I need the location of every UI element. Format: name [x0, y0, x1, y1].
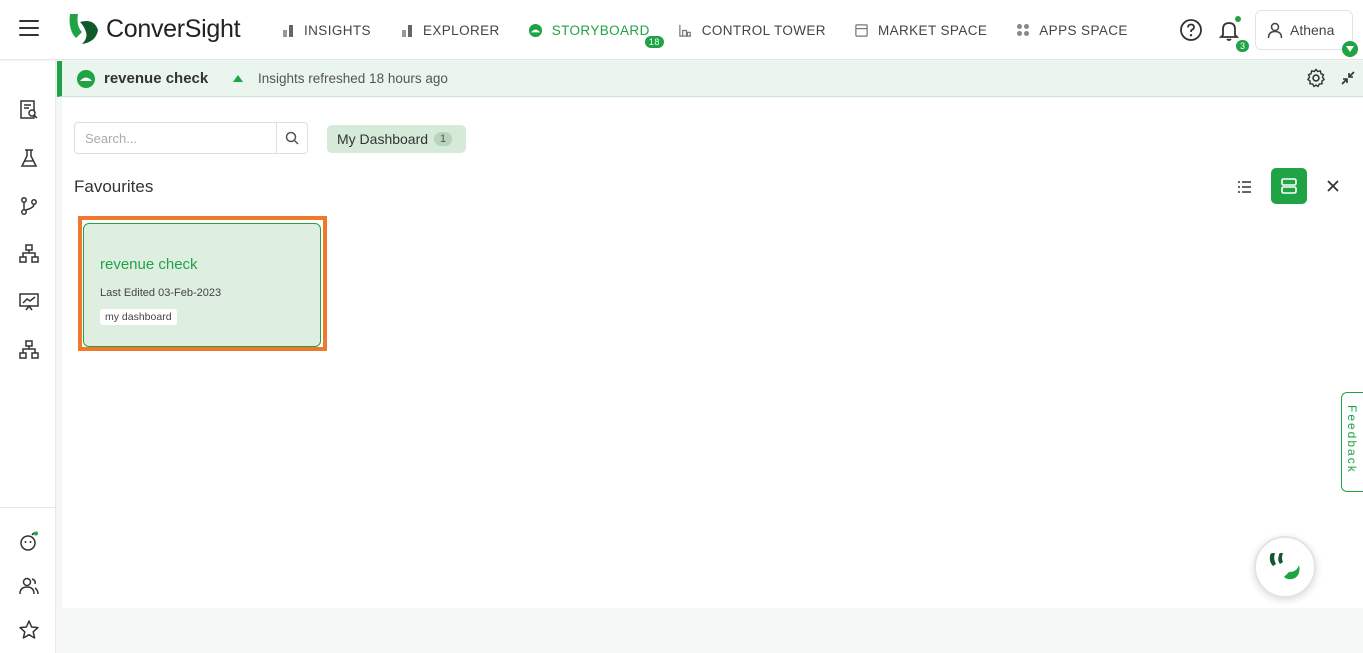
market-icon	[854, 22, 870, 38]
search-button[interactable]	[276, 123, 307, 153]
nav-storyboard[interactable]: STORYBOARD 18	[528, 22, 664, 48]
card-view-button[interactable]	[1271, 168, 1307, 204]
help-icon[interactable]	[1179, 18, 1203, 42]
list-view-icon[interactable]	[1234, 176, 1256, 198]
gear-icon[interactable]	[1305, 67, 1327, 89]
bar-chart-icon	[280, 22, 296, 38]
user-icon	[1267, 22, 1283, 39]
my-dashboard-filter[interactable]: My Dashboard 1	[327, 125, 467, 153]
nav-market-space[interactable]: MARKET SPACE	[854, 22, 987, 38]
assistant-bot-icon[interactable]	[18, 530, 40, 552]
main-panel: My Dashboard 1 Favourites revenue check …	[62, 98, 1363, 608]
caret-up-icon[interactable]	[233, 75, 243, 82]
notification-dot	[1235, 16, 1241, 22]
search-input[interactable]	[75, 123, 277, 153]
filter-chip-label: My Dashboard	[337, 131, 429, 147]
nav-apps-space-label: APPS SPACE	[1039, 22, 1128, 38]
storyboard-icon	[528, 22, 544, 38]
nav-apps-space[interactable]: APPS SPACE	[1015, 22, 1128, 38]
feedback-label: Feedback	[1345, 405, 1359, 474]
nav-insights-label: INSIGHTS	[304, 22, 371, 38]
tower-icon	[678, 22, 694, 38]
card-tag: my dashboard	[100, 309, 177, 325]
branch-icon[interactable]	[18, 195, 40, 217]
refresh-status: Insights refreshed 18 hours ago	[258, 71, 448, 86]
bar-chart-icon	[399, 22, 415, 38]
presentation-chart-icon[interactable]	[18, 291, 40, 313]
header-actions: 3 Athena	[1179, 8, 1358, 57]
section-title: Favourites	[74, 177, 154, 196]
chevron-down-icon[interactable]	[1342, 41, 1358, 57]
nav-insights[interactable]: INSIGHTS	[280, 22, 371, 38]
notifications-button[interactable]: 3	[1217, 16, 1249, 52]
main-nav: INSIGHTS EXPLORER STORYBOARD 18 CONTROL …	[280, 18, 1156, 48]
users-icon[interactable]	[18, 575, 40, 597]
user-menu[interactable]: Athena	[1255, 10, 1358, 57]
logo-text: ConverSight	[106, 14, 241, 43]
card-view-icon	[1281, 178, 1297, 194]
conversight-logo[interactable]: ConverSight	[66, 12, 241, 46]
collapse-icon[interactable]	[1341, 71, 1355, 85]
report-search-icon[interactable]	[18, 99, 40, 121]
storyboard-icon	[77, 70, 95, 88]
logo-mark-icon	[69, 14, 98, 44]
storyboard-header: revenue check Insights refreshed 18 hour…	[57, 61, 1363, 97]
storyboard-title: revenue check	[104, 70, 209, 87]
assistant-launcher-button[interactable]	[1254, 536, 1316, 598]
user-name: Athena	[1290, 22, 1335, 38]
nav-storyboard-label: STORYBOARD	[551, 22, 650, 38]
nav-explorer[interactable]: EXPLORER	[399, 22, 500, 38]
menu-icon[interactable]	[19, 20, 39, 38]
notification-count-badge: 3	[1235, 40, 1249, 52]
nav-control-tower[interactable]: CONTROL TOWER	[678, 22, 826, 38]
left-sidebar	[0, 61, 56, 653]
hierarchy-icon[interactable]	[18, 243, 40, 265]
search-icon	[285, 131, 299, 145]
storyboard-card[interactable]: revenue check Last Edited 03-Feb-2023 my…	[83, 223, 321, 347]
feedback-tab[interactable]: Feedback	[1341, 392, 1363, 492]
flask-icon[interactable]	[18, 147, 40, 169]
card-title: revenue check	[100, 256, 198, 273]
sidebar-divider	[0, 507, 56, 508]
star-icon[interactable]	[18, 619, 40, 641]
assistant-logo-icon	[1269, 553, 1300, 580]
top-bar: ConverSight INSIGHTS EXPLORER STORYBOARD…	[0, 0, 1363, 60]
search-box	[74, 122, 308, 154]
close-icon[interactable]	[1325, 178, 1341, 194]
nav-explorer-label: EXPLORER	[422, 22, 500, 38]
org-chart-icon[interactable]	[18, 339, 40, 361]
nav-control-tower-label: CONTROL TOWER	[701, 22, 826, 38]
filter-chip-count: 1	[434, 132, 453, 146]
card-last-edited: Last Edited 03-Feb-2023	[100, 287, 222, 299]
nav-market-space-label: MARKET SPACE	[877, 22, 988, 38]
storyboard-count-badge: 18	[644, 36, 664, 48]
apps-grid-icon	[1015, 22, 1031, 38]
